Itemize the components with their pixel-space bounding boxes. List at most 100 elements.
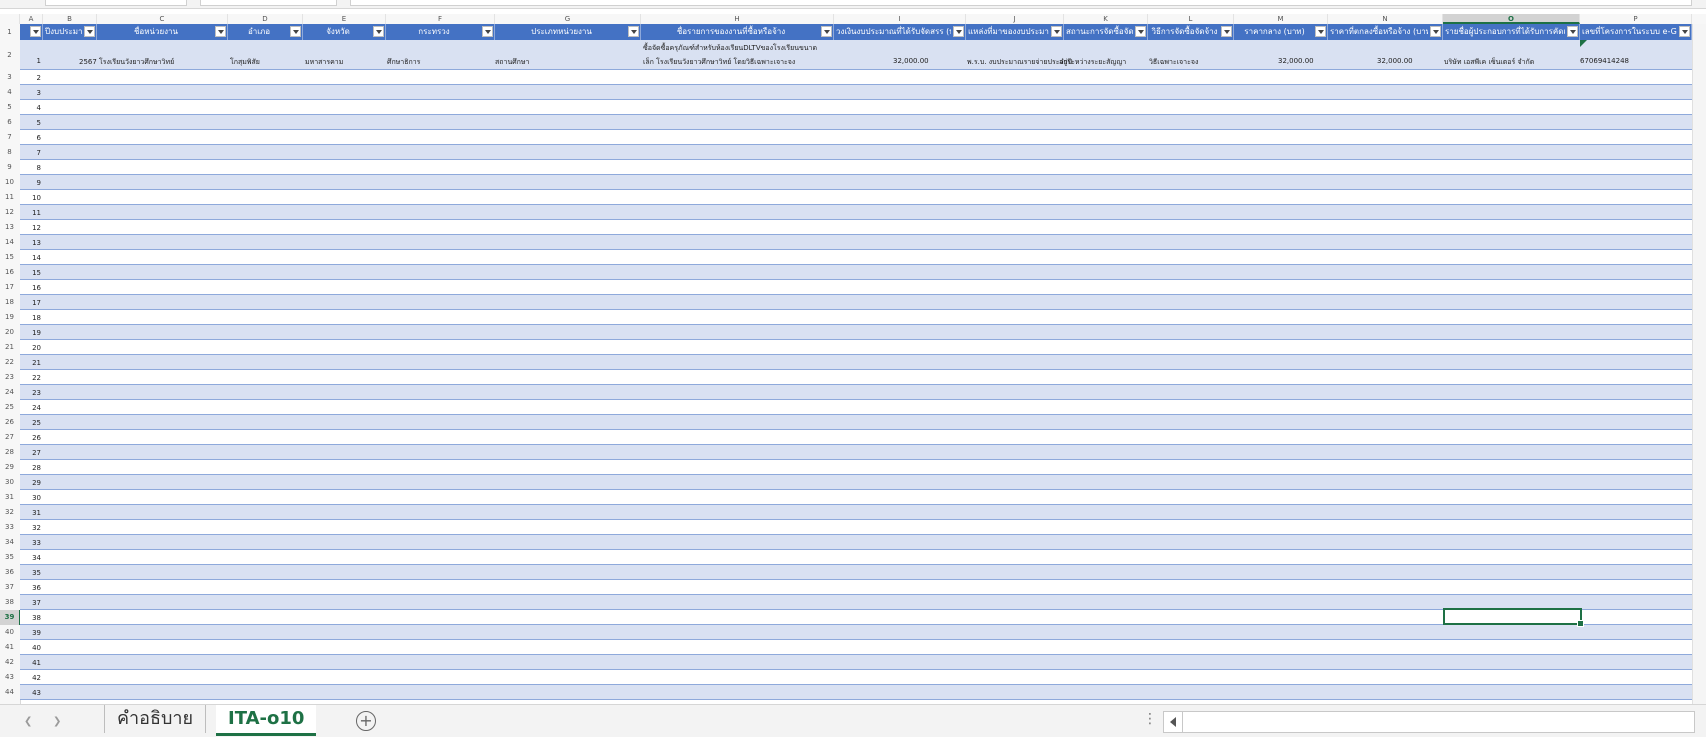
table-row[interactable]: 1 2567 โรงเรียนวังยาวศึกษาวิทย์ โกสุมพิส… [20, 40, 1692, 70]
table-row[interactable]: 16 [20, 280, 1692, 295]
row-header[interactable]: 22 [0, 355, 19, 370]
cell-org-type[interactable]: สถานศึกษา [495, 57, 529, 68]
header-cell-f[interactable]: กระทรวง [386, 24, 495, 40]
table-row[interactable]: 2 [20, 70, 1692, 85]
cell-a[interactable]: 24 [20, 404, 41, 412]
cell-budget[interactable]: 32,000.00 [893, 57, 929, 65]
row-header[interactable]: 36 [0, 565, 19, 580]
row-header[interactable]: 3 [0, 70, 19, 85]
row-header[interactable]: 30 [0, 475, 19, 490]
cell-a[interactable]: 19 [20, 329, 41, 337]
table-row[interactable]: 6 [20, 130, 1692, 145]
column-header-d[interactable]: D [228, 14, 303, 24]
cell-a[interactable]: 42 [20, 674, 41, 682]
table-row[interactable]: 24 [20, 400, 1692, 415]
table-row[interactable]: 11 [20, 205, 1692, 220]
row-header[interactable]: 34 [0, 535, 19, 550]
dropdown-filter-icon[interactable] [1221, 26, 1232, 37]
cell-a[interactable]: 13 [20, 239, 41, 247]
cell-a[interactable]: 37 [20, 599, 41, 607]
table-row[interactable]: 39 [20, 625, 1692, 640]
dropdown-filter-icon[interactable] [30, 26, 41, 37]
row-header[interactable]: 4 [0, 85, 19, 100]
cell-year-org[interactable]: 2567 โรงเรียนวังยาวศึกษาวิทย์ [79, 57, 174, 68]
cell-median-price[interactable]: 32,000.00 [1278, 57, 1314, 65]
cell-a[interactable]: 31 [20, 509, 41, 517]
header-cell-n[interactable]: ราคาที่ตกลงซื้อหรือจ้าง (บาท) [1328, 24, 1443, 40]
table-row[interactable]: 3 [20, 85, 1692, 100]
row-header[interactable]: 14 [0, 235, 19, 250]
dropdown-filter-icon[interactable] [628, 26, 639, 37]
header-cell-l[interactable]: วิธีการจัดซื้อจัดจ้าง [1148, 24, 1234, 40]
cell-a[interactable]: 35 [20, 569, 41, 577]
cell-a[interactable]: 28 [20, 464, 41, 472]
vertical-dots-icon[interactable]: ⋮ [1143, 711, 1157, 727]
cell-a[interactable]: 36 [20, 584, 41, 592]
cell-a[interactable]: 34 [20, 554, 41, 562]
cell-a[interactable]: 8 [20, 164, 41, 172]
row-header[interactable]: 1 [0, 24, 19, 40]
header-cell-j[interactable]: แหล่งที่มาของงบประมาณ [966, 24, 1064, 40]
dropdown-filter-icon[interactable] [1567, 26, 1578, 37]
header-cell-e[interactable]: จังหวัด [303, 24, 386, 40]
sheet-tab-description[interactable]: คำอธิบาย [104, 705, 207, 733]
column-header-o[interactable]: O [1443, 14, 1580, 24]
table-row[interactable]: 43 [20, 685, 1692, 700]
row-header[interactable]: 16 [0, 265, 19, 280]
header-cell-o[interactable]: รายชื่อผู้ประกอบการที่ได้รับการคัดเลือก [1443, 24, 1580, 40]
cell-a[interactable]: 43 [20, 689, 41, 697]
plus-circle-icon[interactable]: + [356, 711, 376, 731]
table-row[interactable]: 37 [20, 595, 1692, 610]
table-row[interactable]: 4 [20, 100, 1692, 115]
cell-district[interactable]: โกสุมพิสัย [230, 57, 260, 68]
active-cell[interactable] [1443, 608, 1584, 627]
row-header[interactable]: 17 [0, 280, 19, 295]
cell-a[interactable]: 2 [20, 74, 41, 82]
row-header[interactable]: 37 [0, 580, 19, 595]
table-row[interactable]: 33 [20, 535, 1692, 550]
cell-a[interactable]: 3 [20, 89, 41, 97]
row-header[interactable]: 39 [0, 610, 21, 625]
table-row[interactable]: 23 [20, 385, 1692, 400]
table-row[interactable]: 21 [20, 355, 1692, 370]
row-header[interactable]: 12 [0, 205, 19, 220]
table-row[interactable]: 34 [20, 550, 1692, 565]
table-row[interactable]: 15 [20, 265, 1692, 280]
cell-a[interactable]: 41 [20, 659, 41, 667]
chevron-right-icon[interactable]: ❯ [53, 716, 61, 727]
column-header-k[interactable]: K [1064, 14, 1148, 24]
table-row[interactable]: 22 [20, 370, 1692, 385]
cell-project-number[interactable]: 67069414248 [1580, 57, 1629, 65]
table-row[interactable]: 7 [20, 145, 1692, 160]
header-cell-g[interactable]: ประเภทหน่วยงาน [495, 24, 641, 40]
table-row[interactable]: 35 [20, 565, 1692, 580]
row-header[interactable]: 28 [0, 445, 19, 460]
row-header[interactable]: 43 [0, 670, 19, 685]
dropdown-filter-icon[interactable] [821, 26, 832, 37]
header-cell-c[interactable]: ชื่อหน่วยงาน [97, 24, 228, 40]
column-header-l[interactable]: L [1148, 14, 1234, 24]
table-row[interactable]: 42 [20, 670, 1692, 685]
column-header-e[interactable]: E [303, 14, 386, 24]
row-header[interactable]: 21 [0, 340, 19, 355]
row-header[interactable]: 27 [0, 430, 19, 445]
cell-a[interactable]: 26 [20, 434, 41, 442]
header-cell-i[interactable]: วงเงินงบประมาณที่ได้รับจัดสรร (บาท) [834, 24, 966, 40]
dropdown-filter-icon[interactable] [215, 26, 226, 37]
table-row[interactable]: 12 [20, 220, 1692, 235]
row-header[interactable]: 8 [0, 145, 19, 160]
horizontal-scrollbar[interactable] [1163, 711, 1695, 733]
row-header[interactable]: 29 [0, 460, 19, 475]
table-row[interactable]: 29 [20, 475, 1692, 490]
cell-a[interactable]: 22 [20, 374, 41, 382]
cell-a[interactable]: 15 [20, 269, 41, 277]
row-header[interactable]: 7 [0, 130, 19, 145]
dropdown-filter-icon[interactable] [1430, 26, 1441, 37]
column-header-n[interactable]: N [1328, 14, 1443, 24]
dropdown-filter-icon[interactable] [290, 26, 301, 37]
triangle-left-icon[interactable] [1170, 717, 1176, 727]
formula-tools[interactable] [200, 0, 337, 6]
header-cell-a[interactable] [20, 24, 43, 40]
row-header[interactable]: 20 [0, 325, 19, 340]
row-header[interactable]: 38 [0, 595, 19, 610]
